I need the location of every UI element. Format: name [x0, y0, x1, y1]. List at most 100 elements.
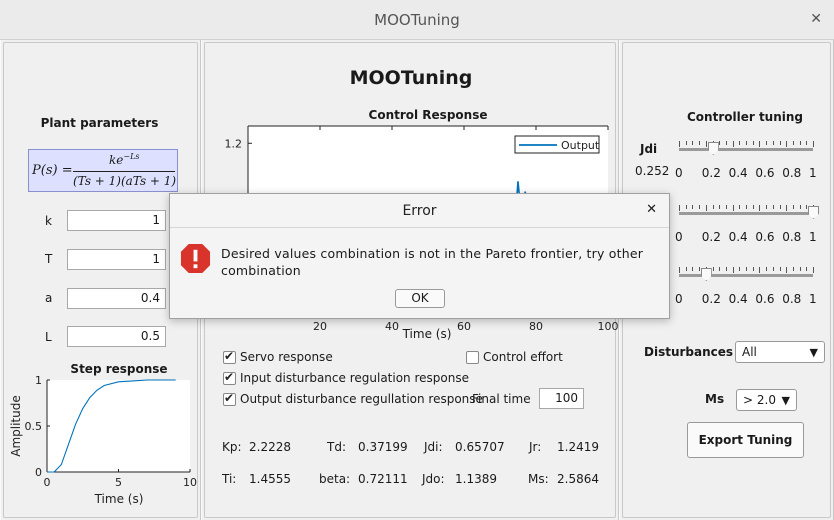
slider-tick — [712, 205, 714, 209]
slider-tick-label: 1 — [809, 230, 817, 244]
slider-tick — [766, 267, 768, 271]
slider-tick-label: 0 — [675, 230, 683, 244]
export-tuning-button[interactable]: Export Tuning — [687, 422, 804, 458]
control-xtick-label: 100 — [598, 320, 619, 333]
slider-tick — [772, 205, 774, 209]
ms-dropdown[interactable]: > 2.0 ▼ — [736, 389, 797, 411]
window-close-icon[interactable]: ✕ — [810, 11, 822, 27]
output-dist-label: Output disturbance regullation response — [240, 392, 483, 406]
slider-thumb[interactable] — [808, 206, 819, 219]
slider-tick — [799, 205, 801, 209]
slider-thumb[interactable] — [707, 142, 719, 155]
slider-thumb[interactable] — [700, 268, 712, 281]
slider-tick — [759, 141, 761, 147]
slider-tick-label: 0.8 — [782, 230, 802, 244]
input-dist-checkbox[interactable] — [223, 370, 236, 385]
slider-tick — [739, 141, 741, 145]
slider-tick-label: 0.8 — [782, 292, 802, 306]
control-xtick-label: 20 — [313, 320, 327, 333]
legend-label: Output — [561, 139, 600, 152]
slider-tick — [792, 141, 794, 145]
step-xlabel: Time (s) — [94, 492, 144, 506]
step-xtick-label: 5 — [115, 476, 122, 489]
slider-tick — [712, 267, 714, 271]
slider-tick — [813, 267, 814, 273]
param-a-field[interactable]: 0.4 — [67, 288, 166, 309]
td-value: 0.37199 — [358, 440, 408, 454]
slider-tick — [692, 141, 694, 145]
slider-tick — [705, 205, 707, 211]
step-ytick-label: 1 — [35, 374, 42, 387]
slider-tick — [679, 267, 680, 273]
slider-tick — [705, 141, 707, 147]
step-ytick-label: 0 — [35, 466, 42, 479]
slider-tick — [813, 141, 814, 147]
slider-track[interactable] — [679, 212, 813, 215]
slider-tick-label: 0.2 — [701, 166, 721, 180]
control-xlabel-text: Time (s) — [402, 327, 452, 341]
slider-tick — [766, 141, 768, 145]
servo-label: Servo response — [240, 350, 333, 364]
slider-tick — [679, 205, 680, 211]
jdi-metric-label: Jdi: — [424, 440, 443, 454]
dialog-title: Error — [402, 203, 437, 219]
step-response-plot: 0 5 10 0 0.5 1 Time (s) Amplitude — [9, 374, 197, 506]
slider-tick — [792, 205, 794, 209]
slider-tick — [725, 205, 727, 209]
slider-tick — [752, 141, 754, 145]
slider-tick — [725, 141, 727, 145]
slider-tick — [685, 205, 687, 209]
param-L-field[interactable]: 0.5 — [67, 326, 166, 347]
step-ytick-label: 0.5 — [25, 420, 43, 433]
jdi-slider-value: 0.252 — [635, 164, 670, 178]
app-heading: MOOTuning — [349, 67, 473, 89]
slider-tick — [685, 267, 687, 271]
param-a-label: a — [45, 291, 53, 305]
param-k-label: k — [45, 214, 52, 228]
jr-label: Jr: — [529, 440, 542, 454]
jdi-metric-value: 0.65707 — [455, 440, 505, 454]
chevron-down-icon: ▼ — [809, 346, 818, 359]
step-xtick-label: 0 — [44, 476, 51, 489]
slider-tick — [719, 205, 721, 209]
step-xtick-label: 10 — [183, 476, 197, 489]
slider-track[interactable] — [679, 274, 813, 277]
disturbances-label: Disturbances — [644, 345, 734, 359]
plot-legend: Output — [514, 135, 600, 154]
slider-tick — [792, 267, 794, 271]
slider-tick-label: 0.4 — [728, 230, 748, 244]
slider-tick — [759, 205, 761, 211]
output-dist-checkbox[interactable] — [223, 391, 236, 406]
tuning-title: Controller tuning — [686, 110, 804, 124]
param-T-field[interactable]: 1 — [67, 249, 166, 270]
slider-tick — [746, 205, 747, 209]
slider-tick-label: 0.4 — [728, 292, 748, 306]
slider-tick — [719, 141, 721, 145]
plant-title: Plant parameters — [40, 116, 159, 130]
slider-tick — [806, 267, 808, 271]
control-effort-checkbox[interactable] — [466, 351, 479, 364]
slider-tick-label: 0 — [675, 166, 683, 180]
slider-tick — [699, 267, 701, 271]
final-time-field[interactable]: 100 — [539, 388, 584, 409]
slider-tick — [806, 141, 808, 145]
beta-label: beta: — [319, 472, 351, 486]
td-label: Td: — [327, 440, 346, 454]
slider-track[interactable] — [679, 148, 813, 151]
window-title: MOOTuning — [374, 11, 460, 29]
dialog-close-icon[interactable]: ✕ — [646, 202, 657, 217]
window-titlebar: MOOTuning ✕ — [0, 0, 834, 40]
final-time-label: Final time — [472, 392, 531, 406]
ms-value: > 2.0 — [743, 393, 776, 407]
slider-tick — [779, 141, 781, 145]
ms-label: Ms — [705, 392, 725, 406]
slider-tick — [772, 267, 774, 271]
ti-value: 1.4555 — [249, 472, 291, 486]
control-xtick-label: 80 — [529, 320, 543, 333]
param-T-label: T — [45, 252, 53, 266]
slider-tick-label: 0.2 — [701, 292, 721, 306]
disturbances-dropdown[interactable]: All ▼ — [735, 341, 825, 363]
ok-button[interactable]: OK — [395, 289, 445, 308]
param-k-field[interactable]: 1 — [67, 210, 166, 231]
servo-checkbox[interactable] — [223, 349, 236, 364]
